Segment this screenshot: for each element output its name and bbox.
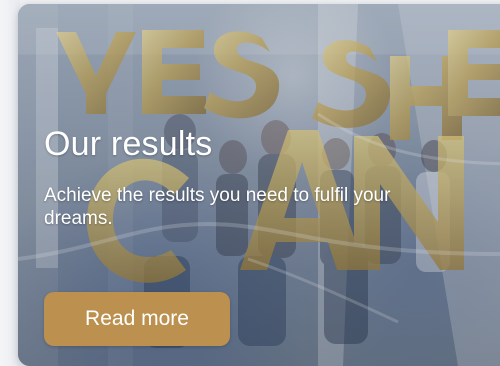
card-content: Our results Achieve the results you need… <box>44 124 404 230</box>
card-description: Achieve the results you need to fulfil y… <box>44 185 391 229</box>
card-title: Our results <box>44 125 213 163</box>
results-card: Our results Achieve the results you need… <box>18 4 500 366</box>
read-more-button[interactable]: Read more <box>44 292 230 346</box>
page: Our results Achieve the results you need… <box>0 0 500 366</box>
left-gutter <box>0 0 20 366</box>
